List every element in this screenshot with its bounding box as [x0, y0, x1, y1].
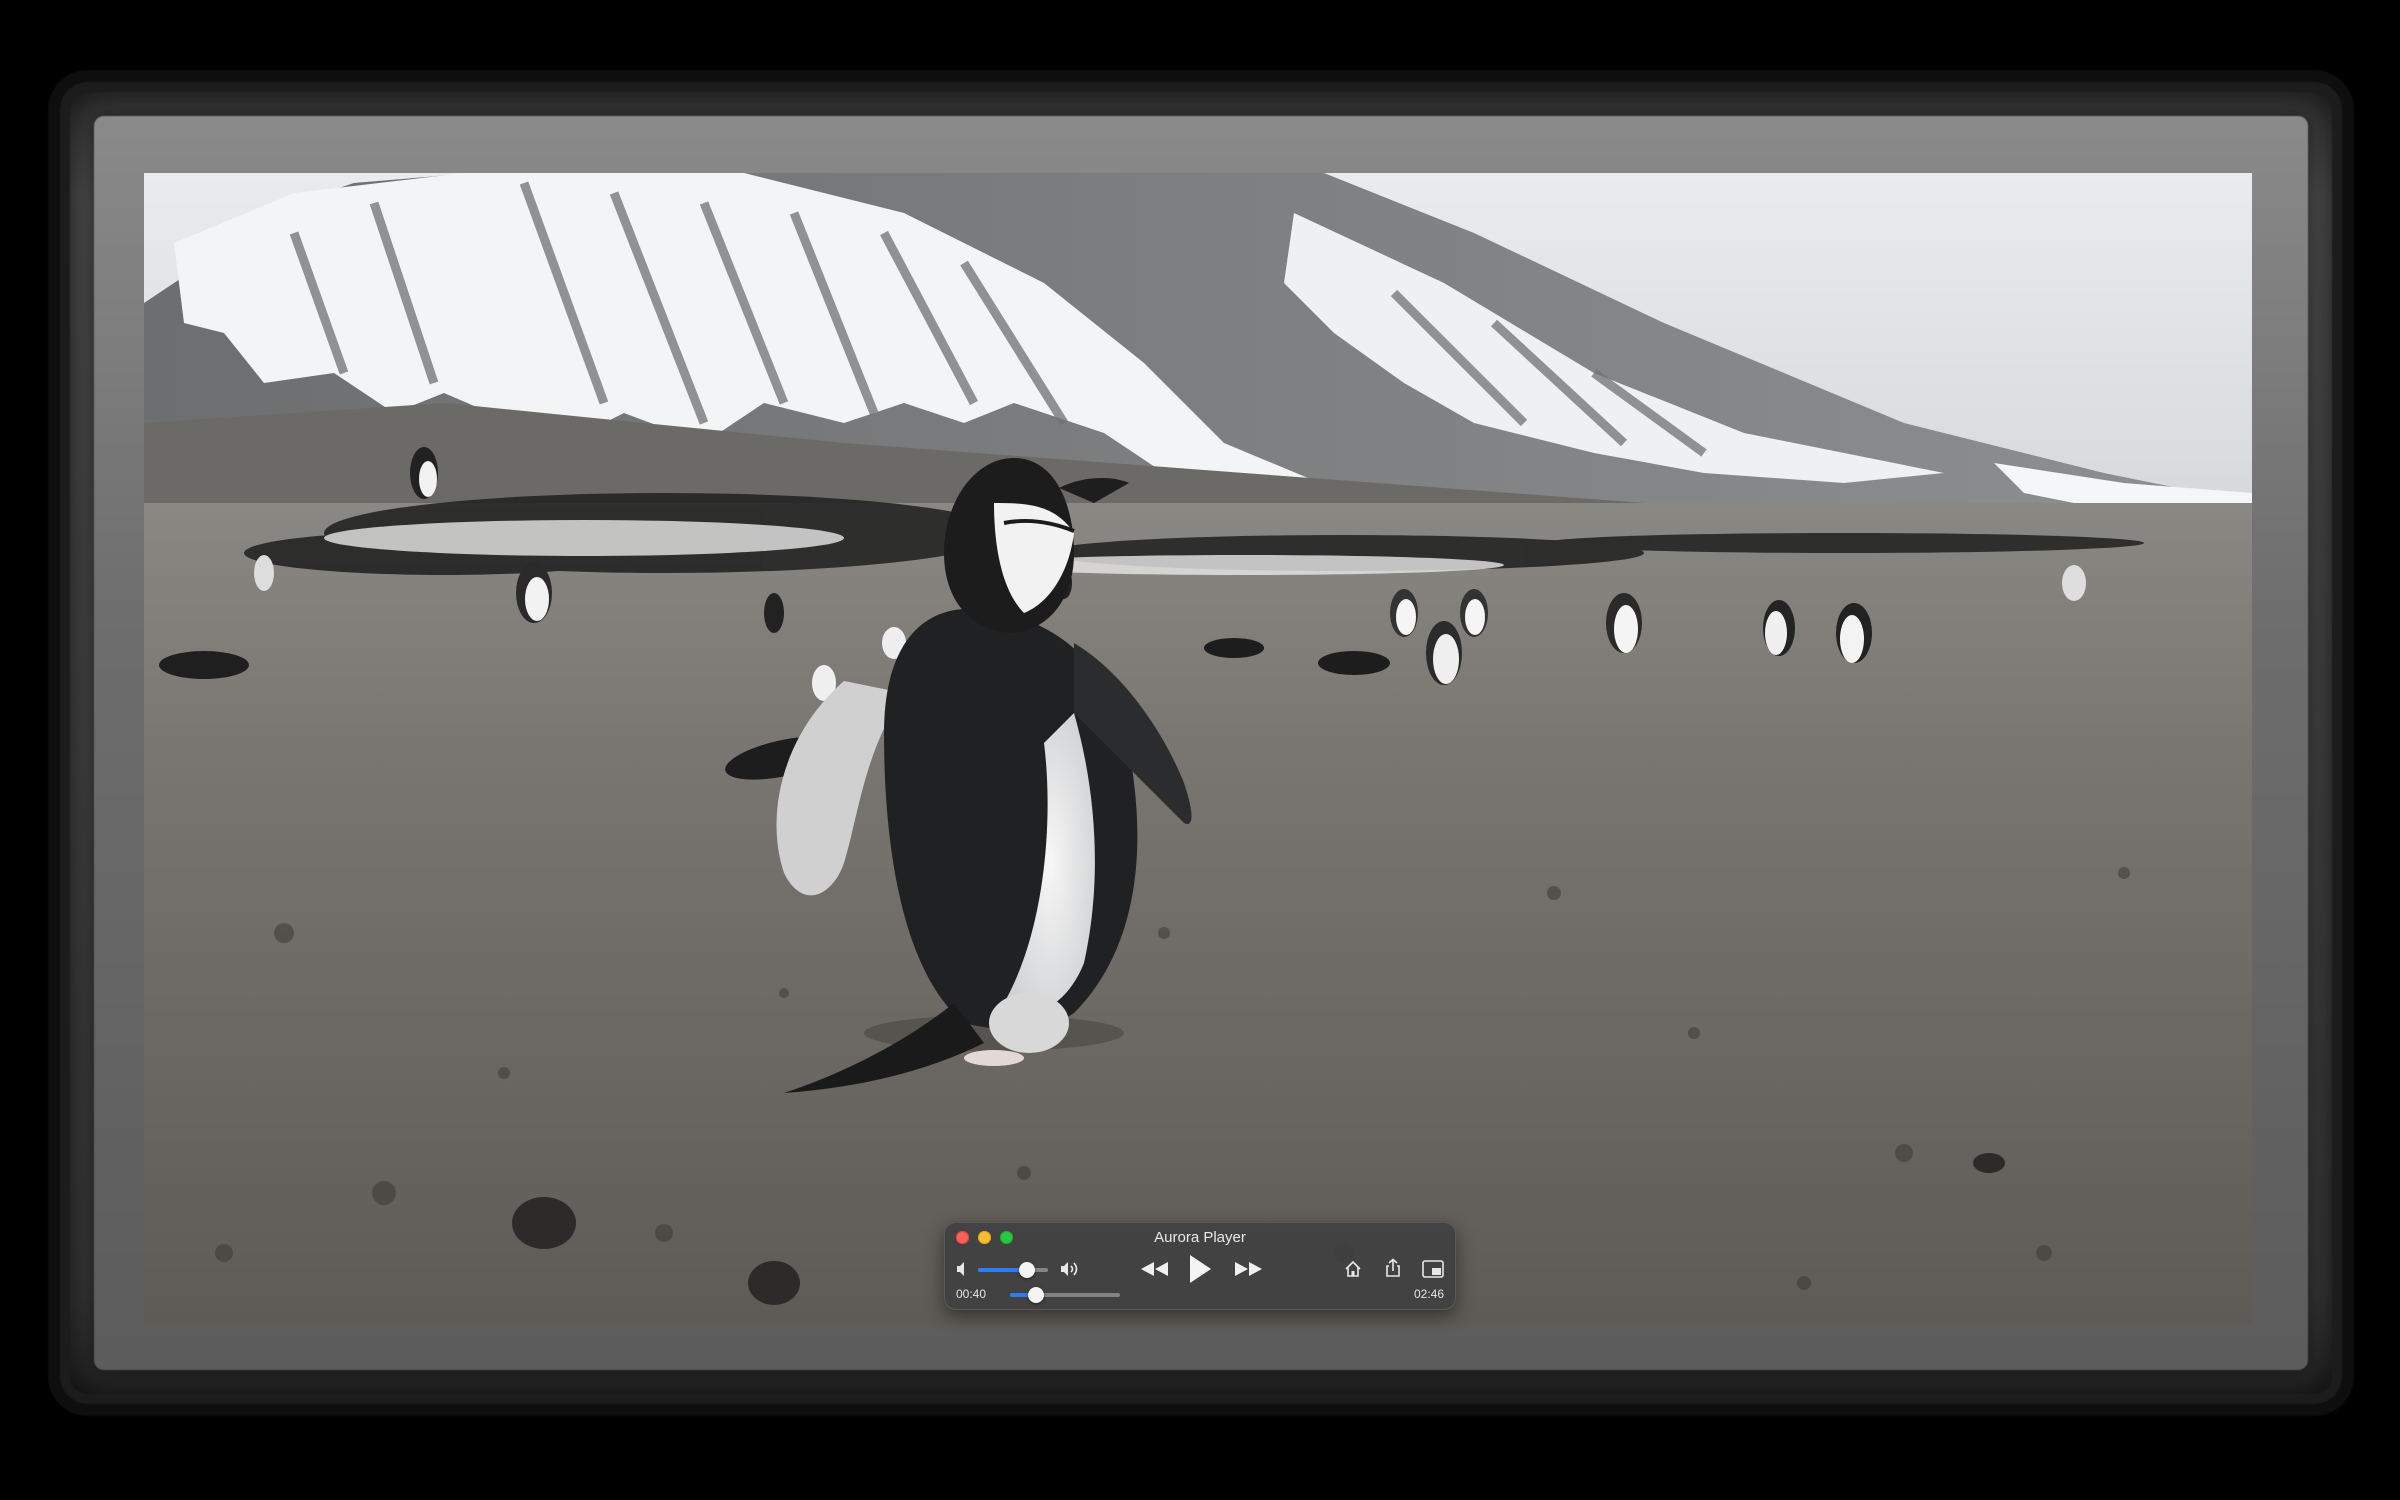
video-surface[interactable] [144, 173, 2252, 1325]
share-icon[interactable] [1384, 1258, 1402, 1278]
home-icon[interactable] [1344, 1260, 1362, 1278]
volume-mute-icon[interactable] [956, 1261, 970, 1277]
desktop-background: Aurora Player 00:40 02:46 [0, 0, 2400, 1500]
picture-in-picture-icon[interactable] [1422, 1260, 1444, 1278]
play-icon[interactable] [1188, 1254, 1212, 1284]
seek-bar[interactable] [1010, 1287, 1120, 1303]
volume-up-icon[interactable] [1060, 1260, 1082, 1278]
current-time: 00:40 [956, 1287, 987, 1301]
video-frame-image [144, 173, 2252, 1325]
window-title: Aurora Player [1154, 1229, 1246, 1246]
fast-forward-icon[interactable] [1234, 1261, 1264, 1277]
player-controls-panel[interactable]: Aurora Player 00:40 02:46 [944, 1222, 1456, 1310]
seek-bar-knob[interactable] [1028, 1287, 1045, 1303]
timeline-row: 00:40 02:46 [944, 1286, 1456, 1304]
rewind-icon[interactable] [1140, 1261, 1170, 1277]
volume-slider-knob[interactable] [1019, 1262, 1035, 1278]
volume-slider[interactable] [978, 1262, 1048, 1278]
total-time: 02:46 [1413, 1287, 1444, 1301]
control-row [944, 1254, 1456, 1284]
